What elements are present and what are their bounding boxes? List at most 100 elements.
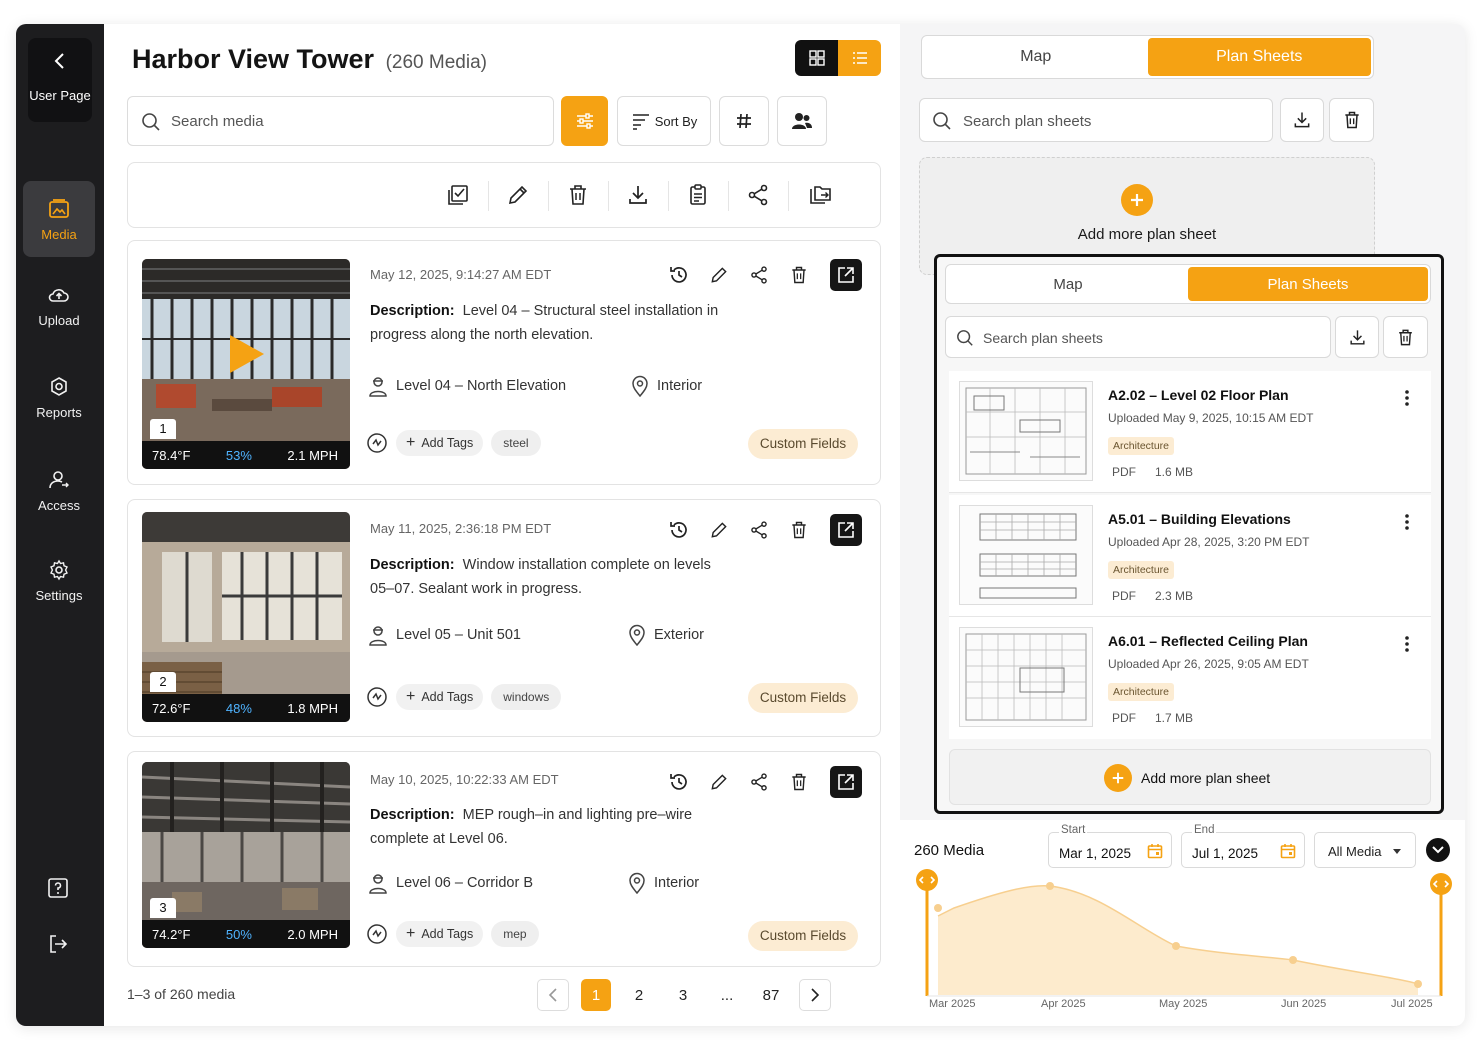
search-icon <box>142 113 160 131</box>
search-plan-sheets-input[interactable]: Search plan sheets <box>919 98 1273 142</box>
download-icon <box>1349 329 1365 345</box>
share-icon[interactable] <box>746 262 772 288</box>
search-plan-sheets-input[interactable]: Search plan sheets <box>945 316 1331 358</box>
map-pin-icon <box>629 872 645 894</box>
description-label: Description: <box>370 303 455 319</box>
sidebar-item-reports[interactable]: Reports <box>23 359 95 435</box>
card-actions <box>666 766 862 798</box>
history-icon[interactable] <box>666 769 692 795</box>
media-thumbnail[interactable]: 1 78.4°F 53% 2.1 MPH <box>142 259 350 469</box>
add-tags-label: Add Tags <box>421 927 474 941</box>
add-tags-button[interactable]: + Add Tags <box>396 430 484 456</box>
chevron-left-icon <box>28 52 92 76</box>
history-icon[interactable] <box>666 517 692 543</box>
media-card[interactable]: 1 78.4°F 53% 2.1 MPH May 12, 2025, 9:14:… <box>127 240 881 485</box>
search-icon <box>933 112 951 130</box>
share-icon[interactable] <box>746 517 772 543</box>
plan-sheet-row[interactable]: A6.01 – Reflected Ceiling Plan Uploaded … <box>949 617 1431 739</box>
delete-button[interactable] <box>1383 316 1428 358</box>
download-button[interactable] <box>1335 316 1379 358</box>
add-tags-button[interactable]: + Add Tags <box>396 921 484 947</box>
plan-sheet-row[interactable]: A2.02 – Level 02 Floor Plan Uploaded May… <box>949 371 1431 493</box>
add-tags-button[interactable]: + Add Tags <box>396 684 484 710</box>
select-all-icon[interactable] <box>446 183 472 209</box>
edit-icon[interactable] <box>706 769 732 795</box>
page-button[interactable]: 87 <box>755 979 787 1011</box>
ai-tag-icon[interactable] <box>366 686 388 708</box>
location-text: Level 05 – Unit 501 <box>396 627 521 643</box>
trash-icon[interactable] <box>786 517 812 543</box>
sidebar-item-upload[interactable]: Upload <box>23 267 95 343</box>
upload-cloud-icon <box>48 289 69 302</box>
list-view-button[interactable] <box>838 40 881 76</box>
trash-icon[interactable] <box>566 183 592 209</box>
media-card[interactable]: 2 72.6°F 48% 1.8 MPH May 11, 2025, 2:36:… <box>127 499 881 737</box>
more-options-icon[interactable] <box>1404 635 1410 658</box>
media-thumbnail[interactable]: 2 72.6°F 48% 1.8 MPH <box>142 512 350 722</box>
page-button[interactable]: 2 <box>623 979 655 1011</box>
filter-button[interactable] <box>561 96 608 146</box>
add-plan-sheet-button[interactable]: Add more plan sheet <box>949 749 1431 805</box>
tag-chip[interactable]: windows <box>491 684 562 710</box>
page-button[interactable]: 3 <box>667 979 699 1011</box>
delete-button[interactable] <box>1329 98 1374 142</box>
tab-map[interactable]: Map <box>948 267 1188 301</box>
media-card[interactable]: 3 74.2°F 50% 2.0 MPH May 10, 2025, 10:22… <box>127 751 881 967</box>
tab-map[interactable]: Map <box>924 38 1148 76</box>
edit-icon[interactable] <box>506 183 532 209</box>
open-external-icon[interactable] <box>830 766 862 798</box>
trash-icon[interactable] <box>786 262 812 288</box>
tag-chip[interactable]: steel <box>491 430 541 456</box>
custom-fields-button[interactable]: Custom Fields <box>748 921 858 951</box>
media-thumbnail[interactable]: 3 74.2°F 50% 2.0 MPH <box>142 762 350 948</box>
users-button[interactable] <box>777 96 827 146</box>
tab-plan-sheets[interactable]: Plan Sheets <box>1147 38 1371 76</box>
sort-by-button[interactable]: Sort By <box>617 96 711 146</box>
open-external-icon[interactable] <box>830 259 862 291</box>
tab-plan-sheets[interactable]: Plan Sheets <box>1188 267 1428 301</box>
grid-view-button[interactable] <box>795 40 838 76</box>
download-button[interactable] <box>1280 98 1324 142</box>
tag-chip[interactable]: mep <box>491 921 539 947</box>
back-to-user-page-button[interactable]: User Page <box>28 38 92 122</box>
sidebar-item-media[interactable]: Media <box>23 181 95 257</box>
trash-icon[interactable] <box>786 769 812 795</box>
more-options-icon[interactable] <box>1404 513 1410 536</box>
history-icon[interactable] <box>666 262 692 288</box>
share-icon[interactable] <box>746 769 772 795</box>
custom-fields-button[interactable]: Custom Fields <box>748 429 858 459</box>
custom-fields-button[interactable]: Custom Fields <box>748 683 858 713</box>
hashtag-button[interactable] <box>719 96 769 146</box>
share-icon[interactable] <box>746 183 772 209</box>
edit-icon[interactable] <box>706 262 732 288</box>
download-icon[interactable] <box>626 183 652 209</box>
help-icon[interactable] <box>46 876 72 902</box>
start-range-handle[interactable] <box>916 869 938 891</box>
sidebar-item-settings[interactable]: Settings <box>23 542 95 618</box>
ai-tag-icon[interactable] <box>366 432 388 454</box>
edit-icon[interactable] <box>706 517 732 543</box>
add-plan-sheet-label: Add more plan sheet <box>1077 226 1217 243</box>
add-tags-label: Add Tags <box>421 436 474 450</box>
humidity: 50% <box>225 926 252 942</box>
page-title: Harbor View Tower (260 Media) <box>132 44 487 75</box>
plan-sheet-row[interactable]: A5.01 – Building Elevations Uploaded Apr… <box>949 495 1431 617</box>
end-range-handle[interactable] <box>1430 873 1452 895</box>
clipboard-icon[interactable] <box>686 183 712 209</box>
search-media-input[interactable]: Search media <box>127 96 554 146</box>
temperature: 74.2°F <box>152 926 191 942</box>
worker-icon <box>369 377 387 397</box>
plan-sheet-title: A6.01 – Reflected Ceiling Plan <box>1108 633 1308 649</box>
media-description: Description: MEP rough–in and lighting p… <box>370 803 720 851</box>
next-page-button[interactable] <box>799 979 831 1011</box>
tag-row: + Add Tags mep <box>366 921 539 947</box>
page-button-current[interactable]: 1 <box>581 979 611 1011</box>
sidebar-item-access[interactable]: Access <box>23 452 95 528</box>
ai-tag-icon[interactable] <box>366 923 388 945</box>
move-to-folder-icon[interactable] <box>808 183 834 209</box>
more-options-icon[interactable] <box>1404 389 1410 412</box>
logout-icon[interactable] <box>46 932 72 958</box>
x-axis-label: May 2025 <box>1159 998 1208 1010</box>
prev-page-button[interactable] <box>537 979 569 1011</box>
open-external-icon[interactable] <box>830 514 862 546</box>
